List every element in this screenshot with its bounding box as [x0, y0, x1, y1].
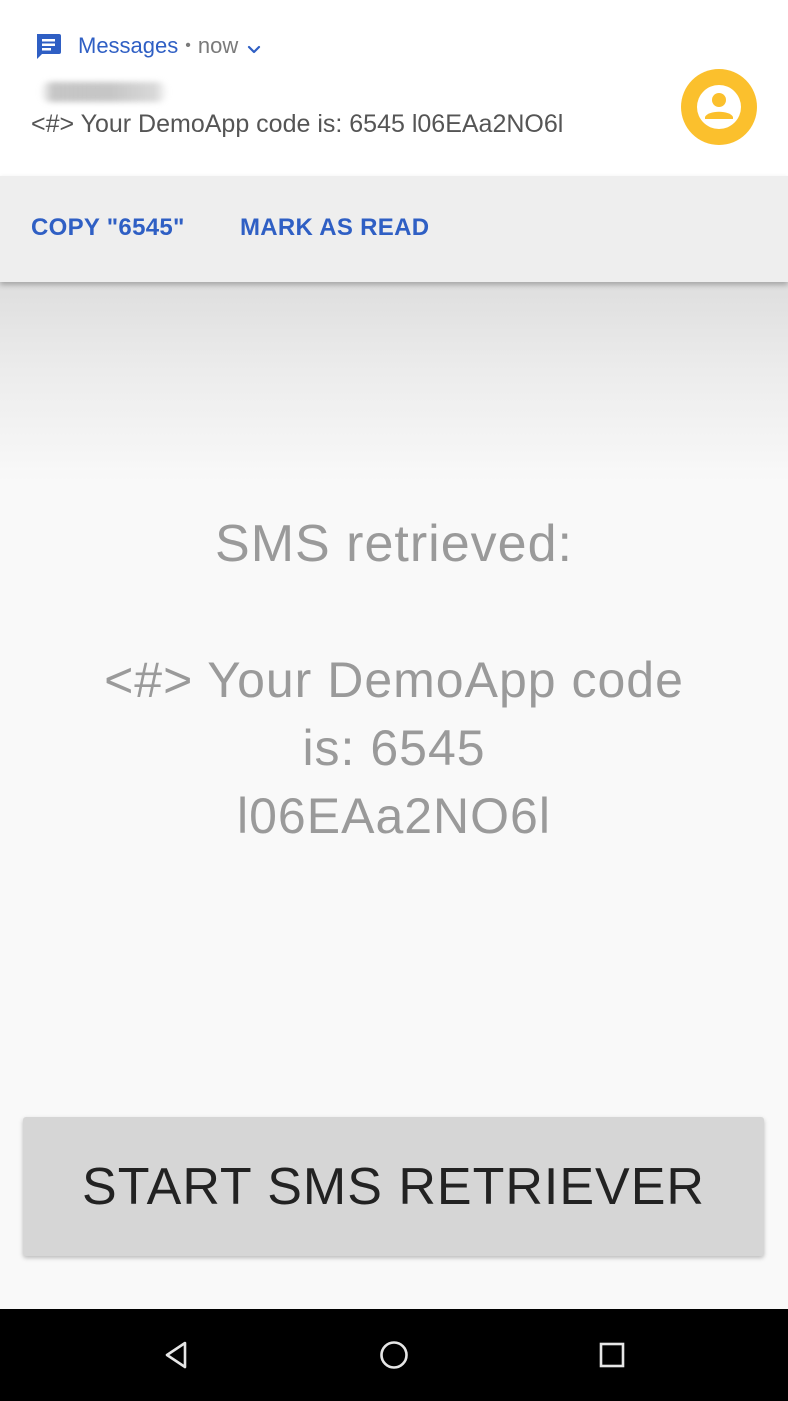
content-shade: [0, 282, 788, 482]
messages-icon: [34, 32, 62, 60]
sms-message-text: <#> Your DemoApp code is: 6545 l06EAa2NO…: [79, 646, 709, 850]
sms-message-line: l06EAa2NO6l: [237, 788, 551, 844]
notification-header: Messages • now: [34, 30, 262, 62]
start-sms-retriever-button[interactable]: START SMS RETRIEVER: [23, 1117, 764, 1256]
back-triangle-icon[interactable]: [156, 1335, 196, 1375]
recent-apps-square-icon[interactable]: [592, 1335, 632, 1375]
copy-code-action[interactable]: COPY "6545": [31, 214, 185, 242]
notification-app-name: Messages: [78, 33, 179, 58]
notification-message: <#> Your DemoApp code is: 6545 l06EAa2NO…: [31, 110, 564, 138]
redacted-sender: [40, 82, 168, 102]
sms-message-line: is: 6545: [302, 720, 486, 776]
notification-time: now: [197, 33, 239, 58]
phone-screen: SMS retrieved: <#> Your DemoApp code is:…: [0, 0, 788, 1401]
mark-as-read-action[interactable]: MARK AS READ: [240, 214, 429, 242]
person-icon: [681, 69, 757, 145]
sms-notification[interactable]: Messages • now <#> Your DemoApp code is:…: [0, 0, 788, 176]
header-separator: •: [185, 37, 191, 54]
notification-actions: COPY "6545" MARK AS READ: [0, 176, 788, 282]
home-circle-icon[interactable]: [374, 1335, 414, 1375]
navigation-bar: [0, 1309, 788, 1401]
sms-message-line: <#> Your DemoApp code: [104, 652, 684, 708]
sms-retrieved-title: SMS retrieved:: [215, 515, 573, 573]
chevron-down-icon[interactable]: [246, 38, 262, 54]
